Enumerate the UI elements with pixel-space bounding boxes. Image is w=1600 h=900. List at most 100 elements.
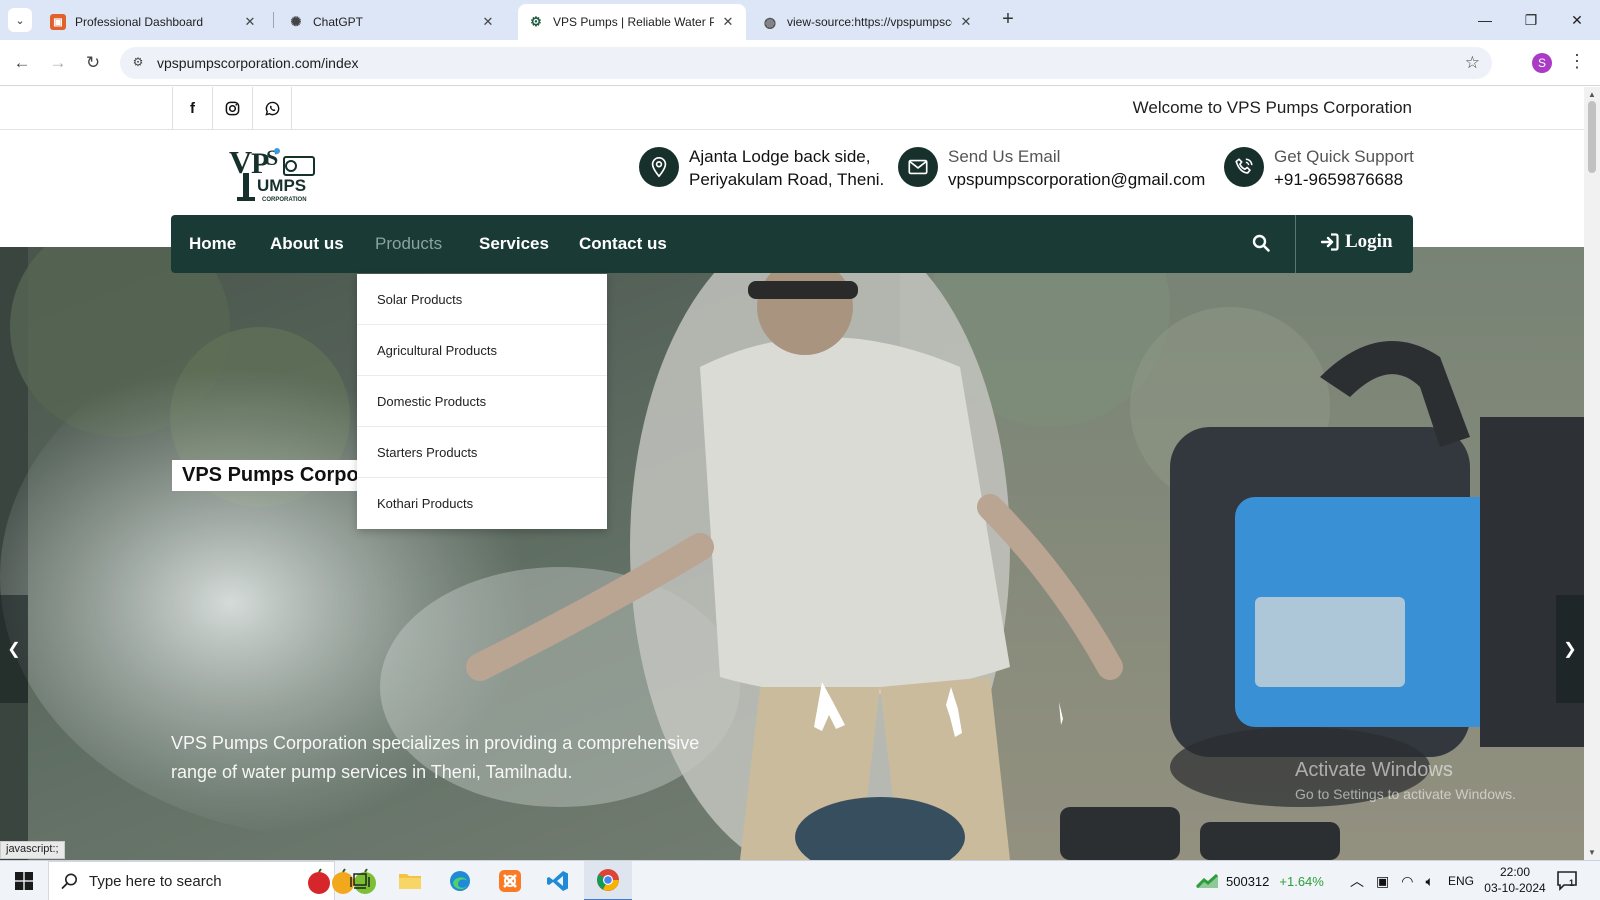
minimize-button[interactable]: —	[1462, 0, 1508, 40]
tab-professional-dashboard[interactable]: ▣ Professional Dashboard ✕	[40, 4, 268, 40]
login-button[interactable]: Login	[1321, 231, 1393, 253]
dropdown-item-domestic[interactable]: Domestic Products	[357, 376, 607, 427]
stock-change: +1.64%	[1279, 873, 1324, 889]
page-scrollbar[interactable]: ▲ ▼	[1584, 87, 1600, 860]
clock-date: 03-10-2024	[1484, 881, 1546, 895]
vps-logo[interactable]: V P S UMPS CORPORATION	[229, 143, 319, 205]
stock-widget[interactable]: 500312 +1.64%	[1196, 861, 1324, 900]
chevron-right-icon: ❯	[1563, 641, 1577, 658]
tab-separator	[273, 12, 274, 28]
scroll-up-icon[interactable]: ▲	[1588, 90, 1596, 99]
close-window-button[interactable]: ✕	[1554, 0, 1600, 40]
address-line-1: Ajanta Lodge back side,	[689, 147, 871, 166]
clock-time: 22:00	[1499, 865, 1531, 879]
login-label: Login	[1345, 231, 1393, 252]
volume-icon[interactable]: 🔈︎	[1425, 873, 1433, 890]
forward-arrow-icon: →	[49, 53, 67, 72]
dropdown-item-solar[interactable]: Solar Products	[357, 274, 607, 325]
reload-button[interactable]: ↻	[81, 51, 105, 75]
vscode-button[interactable]	[534, 861, 582, 900]
notification-count: 1	[1569, 878, 1575, 888]
nav-contact-us[interactable]: Contact us	[579, 234, 667, 254]
svg-text:UMPS: UMPS	[257, 176, 306, 195]
notification-button[interactable]: 1	[1556, 869, 1578, 896]
email-address[interactable]: vpspumpscorporation@gmail.com	[948, 168, 1205, 191]
xampp-button[interactable]	[486, 861, 534, 900]
globe-favicon: ◍	[763, 13, 777, 30]
main-navbar: Home About us Products Services Contact …	[171, 215, 1413, 273]
new-tab-button[interactable]: +	[996, 8, 1020, 32]
nav-home[interactable]: Home	[189, 234, 236, 254]
close-icon: ✕	[1571, 11, 1583, 28]
camera-icon[interactable]: ▣	[1376, 873, 1389, 890]
close-icon[interactable]: ✕	[480, 14, 496, 30]
sign-in-icon	[1321, 233, 1339, 251]
support-label: Get Quick Support	[1274, 147, 1414, 166]
back-button[interactable]: ←	[10, 51, 34, 75]
tab-vps-pumps[interactable]: ⚙ VPS Pumps | Reliable Water Pur ✕	[518, 4, 746, 40]
tab-title: view-source:https://vpspumpsco	[787, 15, 952, 29]
scroll-down-icon[interactable]: ▼	[1588, 848, 1596, 857]
windows-activation-watermark: Activate Windows Go to Settings to activ…	[1295, 759, 1516, 802]
windows-taskbar: Type here to search 500312 +1.64% ︿ ▣ ◠ …	[0, 860, 1600, 900]
chrome-button[interactable]	[584, 861, 632, 900]
edge-button[interactable]	[436, 861, 484, 900]
close-icon[interactable]: ✕	[720, 14, 736, 30]
facebook-icon[interactable]: f	[172, 87, 212, 130]
bookmark-star-icon[interactable]: ☆	[1465, 53, 1480, 73]
wifi-icon[interactable]: ◠	[1401, 873, 1413, 890]
chevron-up-icon[interactable]: ︿	[1350, 871, 1364, 891]
slider-prev-button[interactable]: ❮	[0, 595, 28, 703]
tab-chatgpt[interactable]: ✺ ChatGPT ✕	[278, 4, 506, 40]
dropdown-item-starters[interactable]: Starters Products	[357, 427, 607, 478]
dropdown-item-agricultural[interactable]: Agricultural Products	[357, 325, 607, 376]
hero-description: VPS Pumps Corporation specializes in pro…	[171, 733, 700, 782]
vscode-icon	[547, 871, 568, 891]
close-icon[interactable]: ✕	[242, 14, 258, 30]
nav-products[interactable]: Products	[375, 234, 442, 254]
slider-next-button[interactable]: ❯	[1556, 595, 1584, 703]
task-view-button[interactable]	[336, 861, 384, 900]
dashboard-favicon: ▣	[50, 14, 66, 30]
search-icon[interactable]	[1251, 233, 1273, 255]
omnibox[interactable]: ⚙ vpspumpscorporation.com/index ☆	[120, 47, 1492, 79]
nav-about-us[interactable]: About us	[270, 234, 344, 254]
watermark-line-1: Activate Windows	[1295, 759, 1453, 781]
scrollbar-thumb[interactable]	[1588, 101, 1596, 173]
tab-search-button[interactable]: ⌄	[8, 8, 32, 32]
vps-favicon: ⚙	[530, 14, 542, 29]
restore-button[interactable]: ❐	[1508, 0, 1554, 40]
dropdown-item-kothari[interactable]: Kothari Products	[357, 478, 607, 529]
file-explorer-button[interactable]	[386, 861, 434, 900]
profile-avatar[interactable]: S	[1532, 53, 1552, 73]
tab-view-source[interactable]: ◍ view-source:https://vpspumpsco ✕	[752, 4, 984, 40]
windows-logo-icon	[15, 872, 33, 890]
start-button[interactable]	[0, 861, 48, 900]
restore-icon: ❐	[1524, 11, 1538, 28]
forward-button[interactable]: →	[46, 51, 70, 75]
watermark-line-2: Go to Settings to activate Windows.	[1295, 786, 1516, 802]
nav-divider	[1295, 215, 1296, 273]
search-icon	[61, 873, 77, 889]
address-block: Ajanta Lodge back side, Periyakulam Road…	[639, 145, 884, 191]
support-phone[interactable]: +91-9659876688	[1274, 168, 1414, 191]
clock[interactable]: 22:00 03-10-2024	[1480, 864, 1550, 896]
chrome-icon	[597, 869, 619, 891]
url-text[interactable]: vpspumpscorporation.com/index	[157, 55, 359, 71]
site-info-icon[interactable]: ⚙	[130, 55, 146, 71]
page-viewport: f Welcome to VPS Pumps Corporation V P S…	[0, 87, 1584, 860]
support-block: Get Quick Support +91-9659876688	[1224, 145, 1414, 191]
whatsapp-icon[interactable]	[252, 87, 292, 130]
nav-services[interactable]: Services	[479, 234, 549, 254]
status-bar-url: javascript:;	[0, 841, 65, 859]
task-view-icon	[350, 873, 370, 889]
hero-slider: VPS Pumps Corporation VPS Pumps Corporat…	[0, 247, 1584, 860]
browser-menu-icon[interactable]: ⋮	[1568, 51, 1586, 72]
taskbar-search-box[interactable]: Type here to search	[48, 861, 376, 900]
tab-title: VPS Pumps | Reliable Water Pur	[553, 15, 714, 29]
close-icon[interactable]: ✕	[958, 14, 974, 30]
envelope-icon	[898, 147, 938, 187]
instagram-icon[interactable]	[212, 87, 252, 130]
language-indicator[interactable]: ENG	[1448, 861, 1474, 900]
chatgpt-favicon: ✺	[290, 14, 302, 29]
